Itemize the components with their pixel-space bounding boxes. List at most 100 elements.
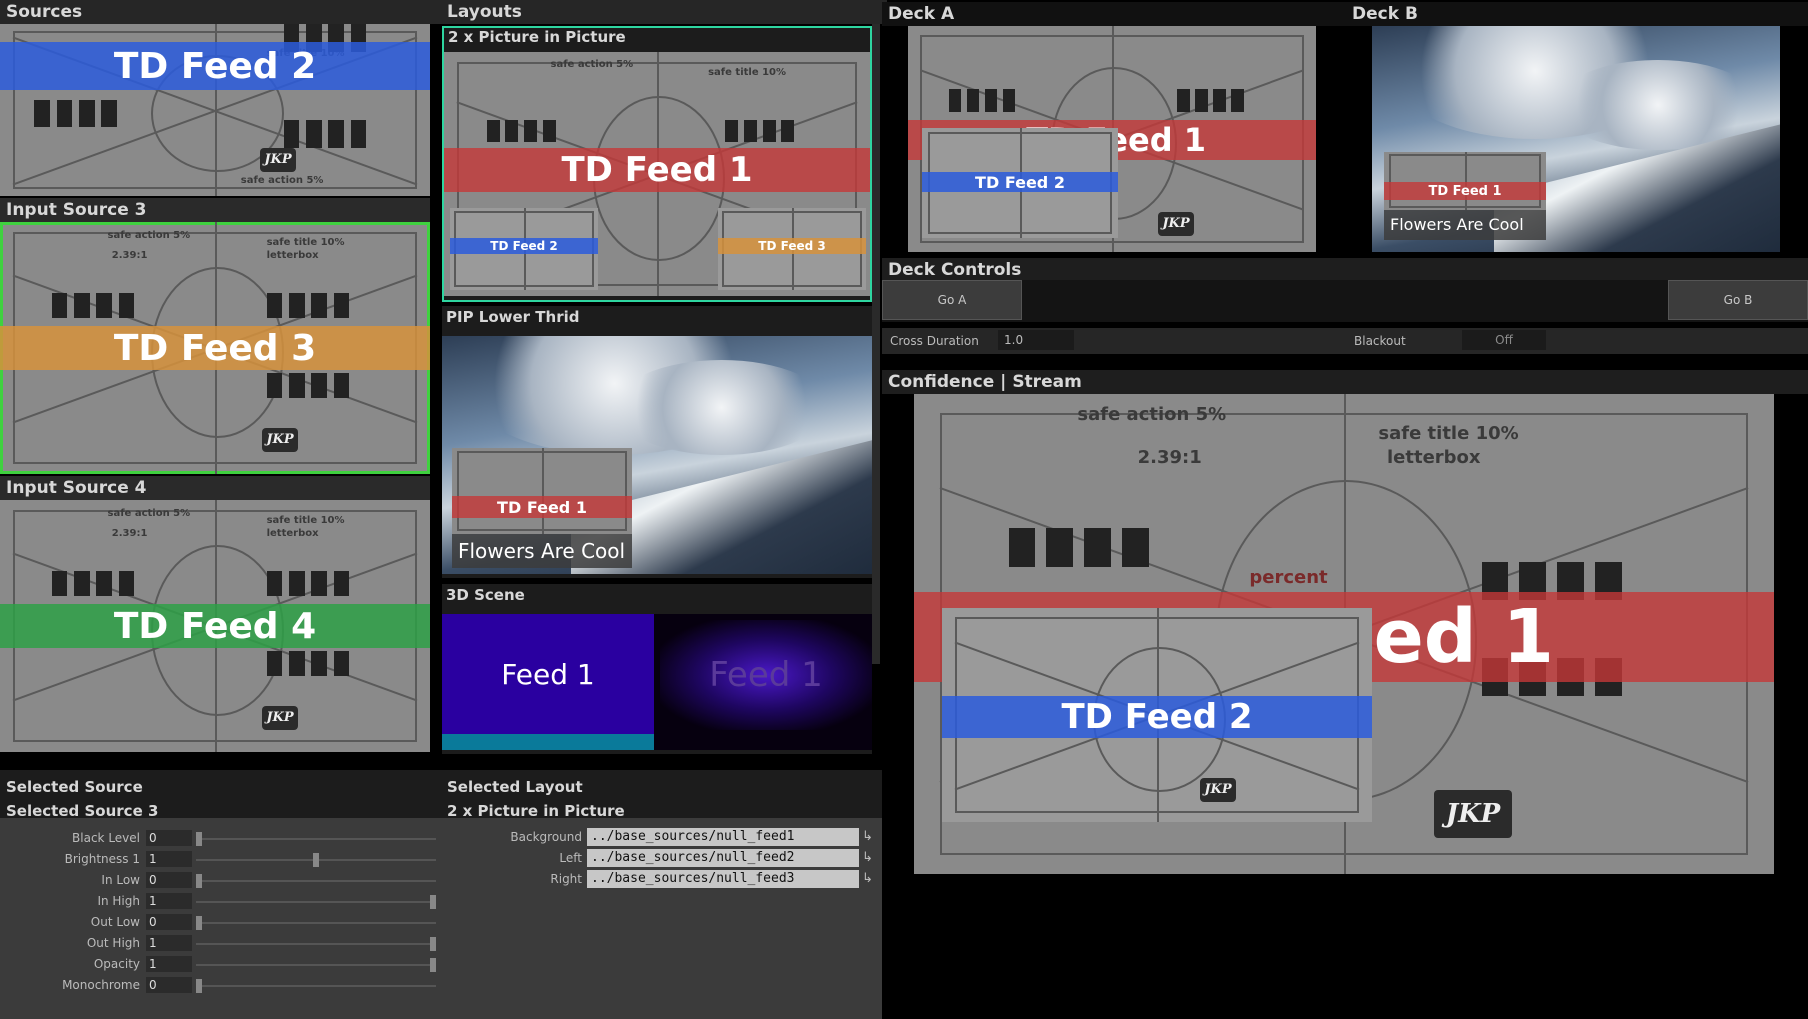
confidence-title: Confidence | Stream	[882, 370, 1808, 394]
source-thumb-feed2[interactable]: safe title 10% safe action 5% JKP TD Fee…	[0, 24, 430, 196]
jkp-logo: JKP	[1158, 212, 1194, 236]
layout-pip-container[interactable]: 2 x Picture in Picture safe action 5% sa…	[442, 26, 872, 302]
deck-controls-title: Deck Controls	[882, 258, 1808, 282]
jkp-logo: JKP	[262, 428, 298, 452]
feed-label: TD Feed 2	[113, 45, 317, 87]
param-slider[interactable]	[196, 838, 436, 840]
safe-action-text: safe action 5%	[1077, 403, 1227, 425]
param-value-field[interactable]: 1	[146, 893, 192, 909]
confidence-preview: safe action 5% safe title 10% 2.39:1 let…	[914, 394, 1774, 874]
lower-third-caption: Flowers Are Cool	[452, 534, 632, 568]
feed-band: TD Feed 3	[0, 326, 430, 370]
sources-panel-title: Sources	[0, 0, 442, 24]
jkp-logo: JKP	[262, 706, 298, 730]
blackout-toggle[interactable]: Off	[1462, 330, 1546, 350]
feed-label: TD Feed 2	[1061, 697, 1253, 737]
param-slider-knob[interactable]	[430, 937, 436, 951]
feed-band: TD Feed 1	[444, 148, 870, 192]
blackout-label: Blackout	[1354, 334, 1406, 348]
cross-duration-label: Cross Duration	[890, 334, 979, 348]
param-slider-knob[interactable]	[196, 979, 202, 993]
param-label: Out Low	[90, 915, 140, 929]
param-slider-knob[interactable]	[196, 874, 202, 888]
safe-action-text: safe action 5%	[240, 174, 324, 186]
letterbox-text: letterbox	[266, 527, 319, 539]
param-label: Opacity	[93, 957, 140, 971]
param-slider-knob[interactable]	[196, 832, 202, 846]
source-title-3: Input Source 3	[0, 198, 430, 222]
param-value-field[interactable]: 0	[146, 830, 192, 846]
go-b-button[interactable]: Go B	[1668, 280, 1808, 320]
param-slider-knob[interactable]	[430, 958, 436, 972]
path-field[interactable]: ../base_sources/null_feed2	[587, 849, 859, 867]
feed-band: TD Feed 2	[0, 42, 430, 90]
param-value-field[interactable]: 0	[146, 977, 192, 993]
param-slider[interactable]	[196, 922, 436, 924]
go-a-button[interactable]: Go A	[882, 280, 1022, 320]
browse-icon[interactable]: ↳	[862, 871, 873, 886]
jkp-logo: JKP	[1200, 778, 1236, 802]
path-field[interactable]: ../base_sources/null_feed3	[587, 870, 859, 888]
browse-icon[interactable]: ↳	[862, 850, 873, 865]
deck-b-title: Deck B	[1346, 2, 1808, 26]
feed-label: TD Feed 2	[975, 172, 1065, 192]
param-slider-knob[interactable]	[430, 895, 436, 909]
feed-label: TD Feed 1	[561, 150, 753, 190]
ratio-text: 2.39:1	[111, 249, 148, 261]
safe-title-text: safe title 10%	[266, 237, 345, 249]
layouts-scrollbar[interactable]	[872, 24, 880, 664]
browse-icon[interactable]: ↳	[862, 829, 873, 844]
pip-left: TD Feed 2	[450, 208, 598, 290]
param-value-field[interactable]: 1	[146, 956, 192, 972]
safe-title-text: safe title 10%	[708, 66, 787, 78]
deck-b-preview[interactable]: TD Feed 1 Flowers Are Cool	[1372, 26, 1780, 252]
source-thumb-feed3[interactable]: safe action 5% safe title 10% 2.39:1 let…	[0, 222, 430, 474]
lower-third-caption: Flowers Are Cool	[1384, 210, 1546, 240]
param-slider[interactable]	[196, 880, 436, 882]
param-slider-knob[interactable]	[196, 916, 202, 930]
param-value-field[interactable]: 0	[146, 872, 192, 888]
deck-a-title: Deck A	[882, 2, 1352, 26]
letterbox-text: letterbox	[1387, 446, 1481, 468]
3d-text-a: Feed 1	[501, 657, 595, 691]
field-label: Right	[550, 872, 582, 886]
feed-label: TD Feed 1	[1428, 183, 1502, 199]
ratio-text: 2.39:1	[111, 527, 148, 539]
layout-title: 3D Scene	[446, 586, 525, 604]
cross-duration-field[interactable]: 1.0	[998, 330, 1074, 350]
feed-label: TD Feed 4	[113, 605, 317, 647]
param-slider[interactable]	[196, 901, 436, 903]
ratio-text: 2.39:1	[1137, 446, 1202, 468]
3d-text-b: Feed 1	[709, 655, 823, 695]
param-label: In High	[97, 894, 140, 908]
param-slider[interactable]	[196, 943, 436, 945]
feed-label: TD Feed 3	[758, 239, 826, 253]
deck-a-pip: TD Feed 2	[922, 128, 1118, 238]
source-thumb-feed4[interactable]: safe action 5% safe title 10% 2.39:1 let…	[0, 500, 430, 752]
pip-right: TD Feed 3	[718, 208, 866, 290]
3d-flat-panel-base	[442, 734, 654, 750]
confidence-pip: TD Feed 2 JKP	[942, 608, 1372, 822]
param-value-field[interactable]: 0	[146, 914, 192, 930]
param-label: Brightness 1	[64, 852, 140, 866]
path-field[interactable]: ../base_sources/null_feed1	[587, 828, 859, 846]
jkp-logo: JKP	[1434, 790, 1512, 838]
pip-feed-thumb: TD Feed 1	[452, 448, 632, 534]
param-slider-knob[interactable]	[313, 853, 319, 867]
safe-action-text: safe action 5%	[107, 507, 191, 519]
selected-layout-subtitle: 2 x Picture in Picture	[447, 802, 625, 820]
param-value-field[interactable]: 1	[146, 851, 192, 867]
param-slider[interactable]	[196, 985, 436, 987]
feed-band: TD Feed 2	[942, 696, 1372, 738]
field-label: Background	[510, 830, 582, 844]
param-slider[interactable]	[196, 964, 436, 966]
pip-feed-thumb: TD Feed 1	[1384, 152, 1546, 210]
deck-a-preview[interactable]: TD Feed 1 TD Feed 2 JKP	[908, 26, 1316, 252]
safe-title-text: safe title 10%	[266, 515, 345, 527]
feed-band: TD Feed 4	[0, 604, 430, 648]
layout-3d-container[interactable]: 3D Scene Feed 1 Feed 1	[442, 584, 872, 754]
letterbox-text: letterbox	[266, 249, 319, 261]
layout-lower-third-container[interactable]: PIP Lower Thrid TD Feed 1 Flowers Are Co…	[442, 306, 872, 578]
param-value-field[interactable]: 1	[146, 935, 192, 951]
layout-title: PIP Lower Thrid	[446, 308, 580, 326]
